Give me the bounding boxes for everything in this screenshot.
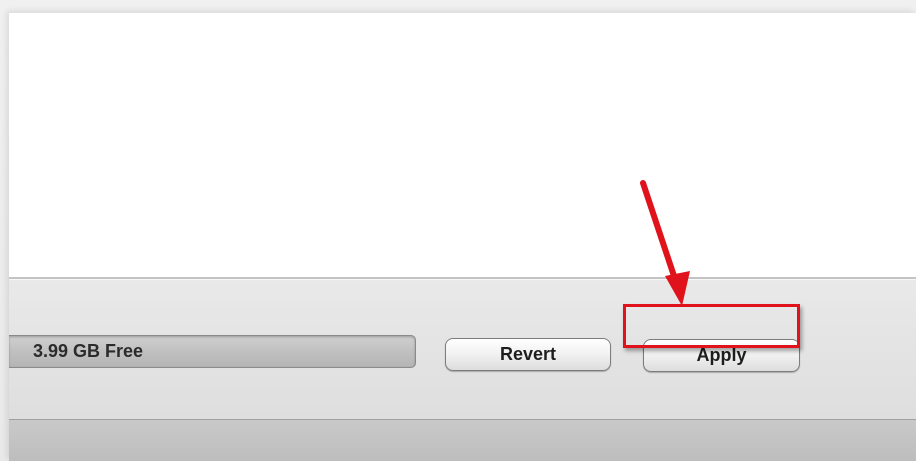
screen: 3.99 GB Free Revert Apply: [0, 0, 916, 461]
itunes-window: 3.99 GB Free Revert Apply: [9, 13, 916, 461]
revert-button[interactable]: Revert: [445, 338, 611, 371]
apply-button[interactable]: Apply: [643, 339, 800, 372]
status-bar: 3.99 GB Free Revert Apply: [9, 277, 916, 421]
content-area: [9, 13, 916, 277]
storage-free-label: 3.99 GB Free: [33, 341, 144, 361]
bottom-strip: [9, 419, 916, 461]
storage-capacity-bar: 3.99 GB Free: [9, 335, 416, 368]
